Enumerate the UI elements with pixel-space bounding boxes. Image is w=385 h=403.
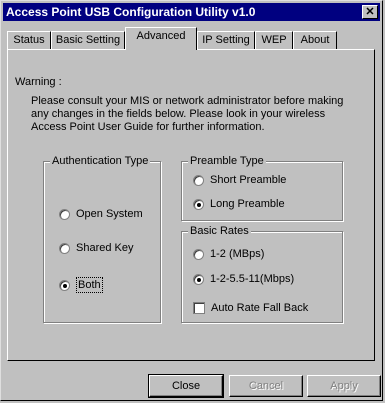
rate-1-2-option[interactable]: 1-2 (MBps)	[193, 247, 264, 261]
auto-rate-fallback-label: Auto Rate Fall Back	[211, 302, 309, 314]
warning-text: Please consult your MIS or network admin…	[31, 95, 344, 133]
tab-wep[interactable]: WEP	[255, 31, 293, 49]
cancel-button[interactable]: Cancel	[229, 375, 303, 397]
preamble-short-radio[interactable]	[193, 174, 204, 186]
window-title: Access Point USB Configuration Utility v…	[6, 5, 256, 19]
config-window: Access Point USB Configuration Utility v…	[0, 0, 383, 401]
tab-about[interactable]: About	[293, 31, 337, 49]
preamble-short-label: Short Preamble	[210, 174, 287, 186]
apply-button[interactable]: Apply	[307, 375, 381, 397]
auth-open-system-radio[interactable]	[59, 208, 70, 220]
tab-ip-setting[interactable]: IP Setting	[197, 31, 255, 49]
tab-advanced[interactable]: Advanced	[125, 27, 197, 50]
auth-open-system-option[interactable]: Open System	[59, 207, 143, 221]
rate-1-2-5-11-radio[interactable]	[193, 273, 204, 285]
title-bar: Access Point USB Configuration Utility v…	[3, 3, 380, 21]
auth-both-radio[interactable]	[59, 279, 70, 291]
rate-1-2-5-11-label: 1-2-5.5-11(Mbps)	[210, 273, 295, 285]
close-button[interactable]: Close	[148, 374, 224, 398]
auth-both-label: Both	[76, 277, 103, 293]
auth-type-label: Authentication Type	[50, 154, 151, 168]
preamble-long-option[interactable]: Long Preamble	[193, 197, 285, 211]
rate-1-2-radio[interactable]	[193, 248, 204, 260]
preamble-type-label: Preamble Type	[188, 154, 266, 168]
rate-1-2-label: 1-2 (MBps)	[210, 248, 265, 260]
preamble-long-radio[interactable]	[193, 198, 204, 210]
auth-shared-key-label: Shared Key	[76, 242, 134, 254]
tab-basic-setting[interactable]: Basic Setting	[51, 31, 125, 49]
cancel-button-label: Cancel	[248, 380, 284, 392]
apply-button-label: Apply	[330, 380, 358, 392]
auth-open-system-label: Open System	[76, 208, 143, 220]
preamble-short-option[interactable]: Short Preamble	[193, 173, 286, 187]
auth-shared-key-option[interactable]: Shared Key	[59, 241, 133, 255]
warning-title: Warning :	[15, 76, 62, 88]
auto-rate-fallback-option[interactable]: Auto Rate Fall Back	[193, 301, 308, 315]
preamble-type-group: Preamble Type	[181, 154, 343, 221]
basic-rates-label: Basic Rates	[188, 224, 251, 238]
close-window-button[interactable]: ✕	[362, 5, 378, 19]
auth-shared-key-radio[interactable]	[59, 242, 70, 254]
close-button-label: Close	[171, 380, 201, 392]
preamble-long-label: Long Preamble	[210, 198, 285, 210]
rate-1-2-5-11-option[interactable]: 1-2-5.5-11(Mbps)	[193, 272, 294, 286]
auth-both-option[interactable]: Both	[59, 277, 103, 293]
tab-status[interactable]: Status	[7, 31, 51, 49]
auto-rate-fallback-checkbox[interactable]	[193, 302, 205, 314]
